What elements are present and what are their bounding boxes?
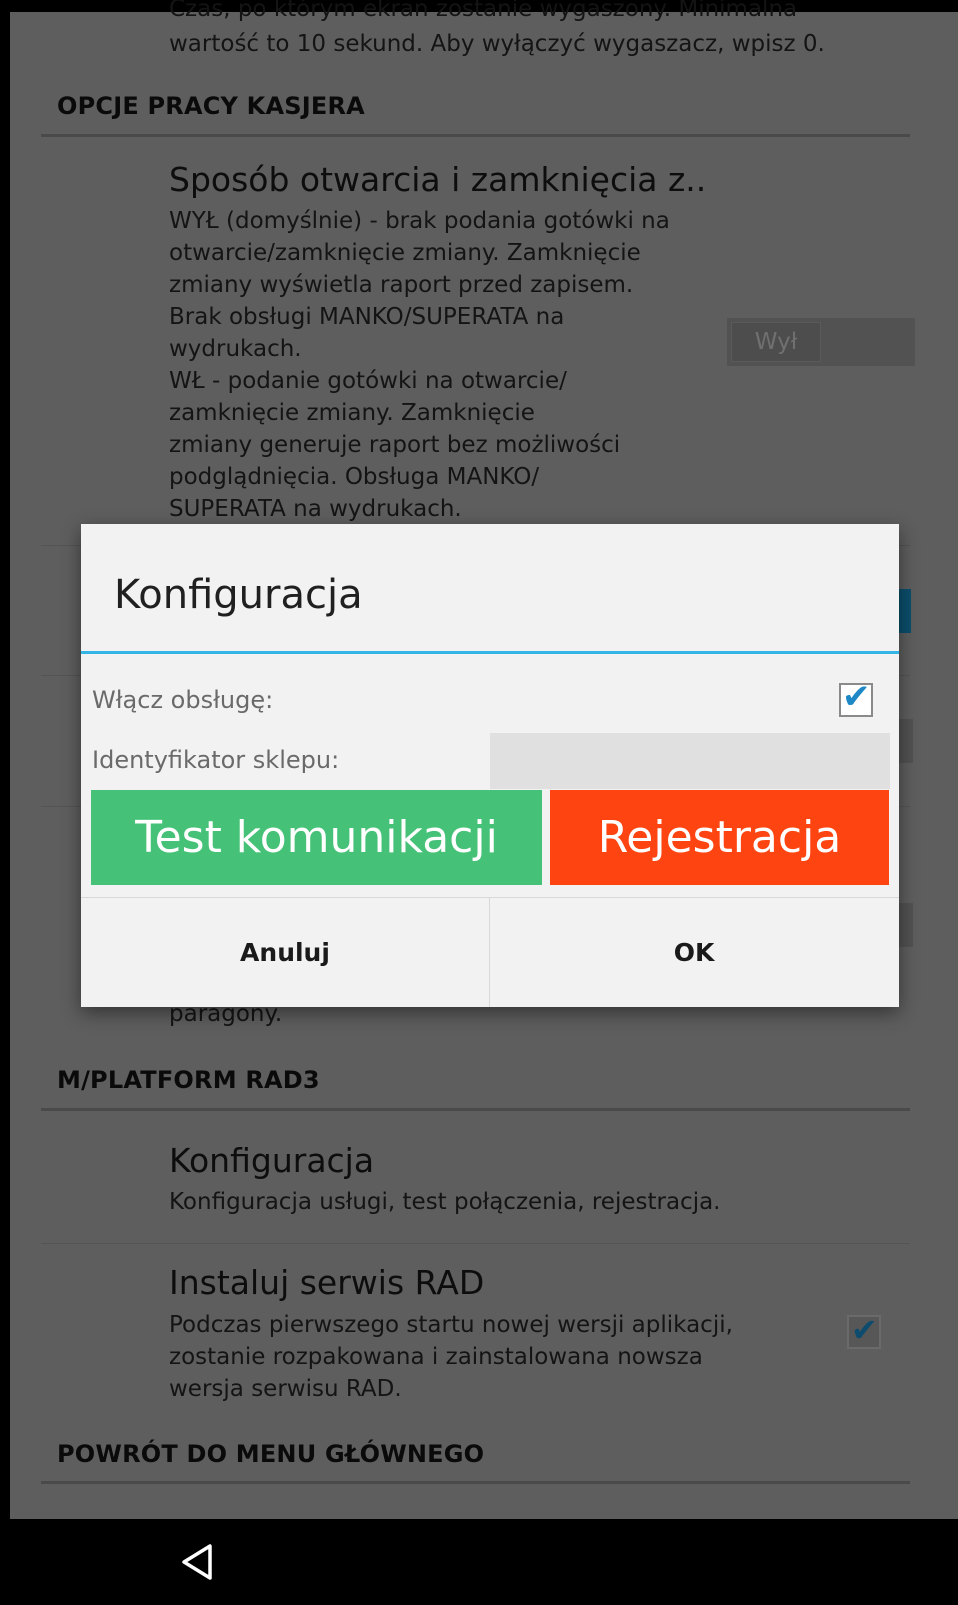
registration-button[interactable]: Rejestracja xyxy=(550,790,889,885)
screen-edge xyxy=(0,0,10,1519)
screen-timeout-summary-line2: wartość to 10 sekund. Aby wyłączyć wygas… xyxy=(169,31,825,57)
pref-summary: Podczas pierwszego startu nowej wersji a… xyxy=(169,1312,733,1402)
pref-summary: Konfiguracja usługi, test połączenia, re… xyxy=(169,1189,721,1215)
section-header-cashier: OPCJE PRACY KASJERA xyxy=(57,92,365,120)
dialog-title-divider xyxy=(81,651,899,654)
ok-button[interactable]: OK xyxy=(490,898,898,1007)
section-header-platform: M/PLATFORM RAD3 xyxy=(57,1066,320,1094)
pref-title: Sposób otwarcia i zamknięcia z.. xyxy=(169,160,707,199)
checkmark-icon: ✔ xyxy=(851,1311,878,1349)
screen-timeout-summary-line1: Czas, po którym ekran zostanie wygaszony… xyxy=(169,0,798,22)
navigation-bar xyxy=(0,1519,958,1605)
section-divider xyxy=(41,134,910,137)
back-triangle-icon[interactable] xyxy=(178,1542,218,1582)
screen: Czas, po którym ekran zostanie wygaszony… xyxy=(0,0,958,1605)
section-divider xyxy=(41,1108,910,1111)
pref-divider xyxy=(41,1243,910,1244)
pref-title: Konfiguracja xyxy=(169,1141,375,1180)
section-header-main-menu: POWRÓT DO MENU GŁÓWNEGO xyxy=(57,1440,485,1468)
cancel-button[interactable]: Anuluj xyxy=(81,898,489,1007)
section-divider xyxy=(41,1481,910,1484)
enable-service-checkbox[interactable]: ✔ xyxy=(839,677,873,717)
dialog-title: Konfiguracja xyxy=(114,572,363,618)
test-communication-button[interactable]: Test komunikacji xyxy=(91,790,542,885)
install-rad-checkbox[interactable]: ✔ xyxy=(847,1311,881,1349)
pref-summary: WYŁ (domyślnie) - brak podania gotówki n… xyxy=(169,208,670,522)
checkmark-icon: ✔ xyxy=(842,677,871,717)
switch-thumb-label: Wył xyxy=(731,322,821,362)
shift-mode-switch[interactable]: Wył xyxy=(727,318,915,366)
configuration-dialog: Konfiguracja Włącz obsługę: ✔ Identyfika… xyxy=(81,524,899,1007)
store-id-label: Identyfikator sklepu: xyxy=(92,746,340,774)
pref-title: Instaluj serwis RAD xyxy=(169,1263,485,1302)
enable-service-label: Włącz obsługę: xyxy=(92,686,274,714)
store-id-input[interactable] xyxy=(490,733,890,789)
